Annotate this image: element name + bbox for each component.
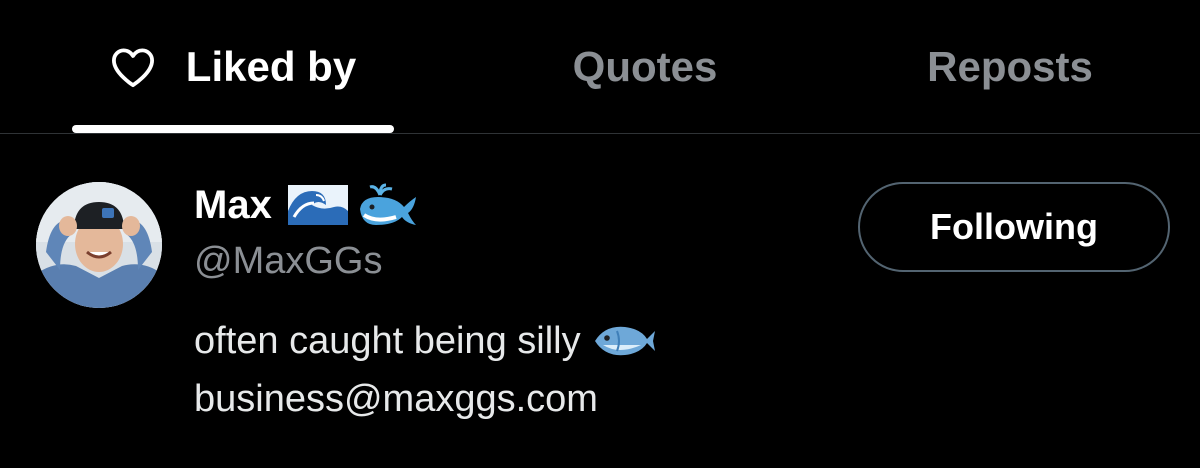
tab-label: Quotes [572,42,718,90]
tab-liked-by[interactable]: Liked by [72,0,394,133]
user-bio: often caught being silly business@maxggs… [194,312,657,428]
fish-icon [594,326,655,356]
tab-quotes[interactable]: Quotes [520,0,770,133]
user-handle: @MaxGGs [194,240,383,282]
heart-icon [111,47,154,87]
user-display-name[interactable]: Max [194,183,272,228]
bio-email[interactable]: business@maxggs.com [194,370,598,428]
active-tab-indicator [72,125,394,133]
tab-reposts[interactable]: Reposts [890,0,1130,133]
following-button[interactable]: Following [858,182,1170,272]
tab-label: Reposts [927,42,1093,90]
avatar[interactable] [36,182,162,308]
tab-label: Liked by [185,42,357,90]
bio-text: often caught being silly [194,320,581,362]
spouting-whale-icon [359,183,416,225]
water-wave-icon [287,185,348,225]
user-list-item[interactable]: Max @MaxGGs often caught being silly bus… [0,134,1200,468]
tab-bar: Liked by Quotes Reposts [0,0,1200,134]
user-name-line: Max [194,180,420,230]
